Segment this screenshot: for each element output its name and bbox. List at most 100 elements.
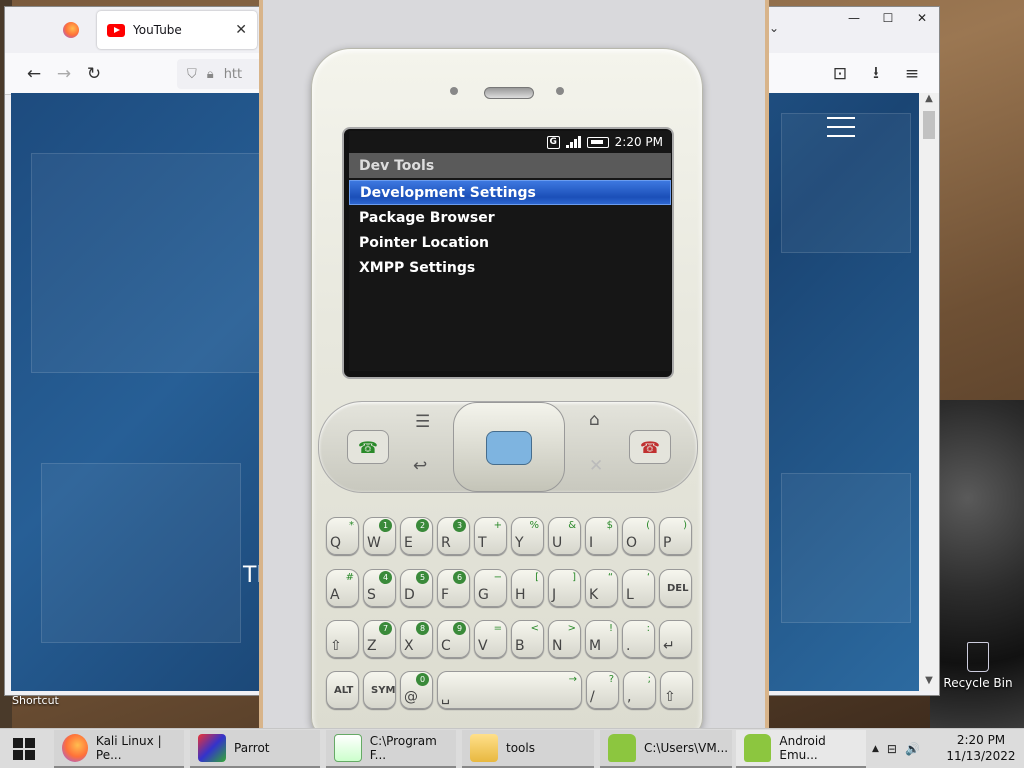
key-x[interactable]: X8 xyxy=(400,620,433,658)
search-key-icon[interactable]: ✕ xyxy=(589,456,603,476)
forward-button[interactable]: → xyxy=(49,59,79,89)
tab-youtube[interactable]: YouTube ✕ xyxy=(97,11,257,49)
dpad-center-button[interactable] xyxy=(486,431,532,465)
scroll-thumb[interactable] xyxy=(923,111,935,139)
close-tab-icon[interactable]: ✕ xyxy=(235,22,247,38)
show-hidden-icons-chevron-icon[interactable]: ▲ xyxy=(872,744,879,754)
url-bar[interactable]: ⛉ 🔒︎ htt xyxy=(177,59,267,89)
call-button[interactable]: ☎ xyxy=(347,430,389,464)
taskbar-item-parrot[interactable]: Parrot xyxy=(190,730,320,768)
desktop-shortcut-label[interactable]: Shortcut xyxy=(12,694,59,707)
menu-key-icon[interactable]: ☰ xyxy=(415,412,430,432)
key-alt-label: $ xyxy=(606,520,613,531)
key-p[interactable]: P) xyxy=(659,517,692,555)
tab-list-chevron-icon[interactable]: ⌄ xyxy=(769,21,779,35)
key-sym0[interactable]: ⇧ xyxy=(326,620,359,658)
key-alt-label: 6 xyxy=(453,571,466,584)
network-icon[interactable]: ⊟ xyxy=(887,742,897,756)
recycle-bin-label: Recycle Bin xyxy=(943,676,1013,690)
start-button[interactable] xyxy=(0,729,48,768)
key-s[interactable]: S4 xyxy=(363,569,396,607)
key-l[interactable]: L ‘ xyxy=(622,569,655,607)
minimize-button[interactable]: — xyxy=(837,7,871,29)
list-item-development-settings[interactable]: Development Settings xyxy=(349,180,671,205)
key-i[interactable]: I $ xyxy=(585,517,618,555)
key-w[interactable]: W1 xyxy=(363,517,396,555)
key-f[interactable]: F6 xyxy=(437,569,470,607)
end-call-button[interactable]: ☎ xyxy=(629,430,671,464)
taskbar-item-cmd[interactable]: C:\Users\VM... xyxy=(600,730,732,768)
key-label: G xyxy=(478,587,489,603)
key-del[interactable]: DEL xyxy=(659,569,692,607)
key-label: SYM xyxy=(371,685,396,696)
key-o[interactable]: O( xyxy=(622,517,655,555)
scroll-up-icon[interactable]: ▲ xyxy=(919,93,939,109)
key-alt[interactable]: ALT xyxy=(326,671,359,709)
page-scrollbar[interactable]: ▲ ▼ xyxy=(919,93,939,691)
taskbar-item-notepad[interactable]: C:\Program F... xyxy=(326,730,456,768)
key-e[interactable]: E2 xyxy=(400,517,433,555)
key-g[interactable]: G − xyxy=(474,569,507,607)
key-v[interactable]: V = xyxy=(474,620,507,658)
site-menu-icon[interactable] xyxy=(827,117,855,137)
key-q[interactable]: Q * xyxy=(326,517,359,555)
home-key-icon[interactable]: ⌂ xyxy=(589,410,600,430)
toolbar-right: ⊡ ⭳ ≡ xyxy=(825,59,927,89)
key-sym2[interactable]: @0 xyxy=(400,671,433,709)
app-menu-icon[interactable]: ≡ xyxy=(897,59,927,89)
back-key-icon[interactable]: ↩ xyxy=(413,456,427,476)
taskbar-item-android-emulator[interactable]: Android Emu... xyxy=(736,730,866,768)
android-screen[interactable]: G 2:20 PM Dev Tools Development Settings… xyxy=(349,131,671,371)
key-label: H xyxy=(515,587,526,603)
shield-icon[interactable]: ⛉ xyxy=(187,67,197,82)
key-alt-label: → xyxy=(568,674,577,685)
taskbar-item-tools-folder[interactable]: tools xyxy=(462,730,594,768)
dev-tools-list: Development Settings Package Browser Poi… xyxy=(349,180,671,280)
key-alt-label: 8 xyxy=(416,622,429,635)
key-sym5[interactable]: ,; xyxy=(623,671,656,709)
key-u[interactable]: U & xyxy=(548,517,581,555)
pocket-icon[interactable]: ⊡ xyxy=(825,59,855,89)
key-n[interactable]: N > xyxy=(548,620,581,658)
tab-firefox[interactable] xyxy=(53,11,97,49)
key-sym8[interactable]: .: xyxy=(622,620,655,658)
scroll-down-icon[interactable]: ▼ xyxy=(919,675,939,691)
key-j[interactable]: J] xyxy=(548,569,581,607)
key-b[interactable]: B < xyxy=(511,620,544,658)
back-button[interactable]: ← xyxy=(19,59,49,89)
download-icon[interactable]: ⭳ xyxy=(861,59,891,89)
key-h[interactable]: H[ xyxy=(511,569,544,607)
key-label: T xyxy=(478,535,487,551)
key-sym[interactable]: SYM xyxy=(363,671,396,709)
maximize-button[interactable]: ☐ xyxy=(871,7,905,29)
key-alt-label: [ xyxy=(535,572,539,583)
dpad[interactable] xyxy=(453,402,565,492)
key-t[interactable]: T + xyxy=(474,517,507,555)
recycle-bin-shortcut[interactable]: Recycle Bin xyxy=(942,642,1014,702)
close-window-button[interactable]: ✕ xyxy=(905,7,939,29)
taskbar-item-firefox[interactable]: Kali Linux | Pe... xyxy=(54,730,184,768)
volume-icon[interactable]: 🔊 xyxy=(905,742,920,756)
key-y[interactable]: Y% xyxy=(511,517,544,555)
key-k[interactable]: K “ xyxy=(585,569,618,607)
key-sym4[interactable]: /? xyxy=(586,671,619,709)
key-a[interactable]: A # xyxy=(326,569,359,607)
list-item-xmpp-settings[interactable]: XMPP Settings xyxy=(349,255,671,280)
phone-skin: G 2:20 PM Dev Tools Development Settings… xyxy=(311,48,703,738)
clock[interactable]: 2:20 PM 11/13/2022 xyxy=(946,732,1016,764)
key-c[interactable]: C9 xyxy=(437,620,470,658)
key-sym9[interactable]: ↵ xyxy=(659,620,692,658)
list-item-pointer-location[interactable]: Pointer Location xyxy=(349,230,671,255)
reload-button[interactable]: ↻ xyxy=(79,59,109,89)
key-sym3[interactable]: ␣ → xyxy=(437,671,582,709)
phone-green-icon: ☎ xyxy=(358,437,378,457)
key-d[interactable]: D5 xyxy=(400,569,433,607)
key-m[interactable]: M! xyxy=(585,620,618,658)
list-item-package-browser[interactable]: Package Browser xyxy=(349,205,671,230)
key-sym6[interactable]: ⇧ xyxy=(660,671,693,709)
key-r[interactable]: R3 xyxy=(437,517,470,555)
taskbar-item-label: Android Emu... xyxy=(779,734,826,762)
key-label: C xyxy=(441,638,451,654)
taskbar-item-label: C:\Users\VM... xyxy=(644,741,729,755)
key-z[interactable]: Z7 xyxy=(363,620,396,658)
